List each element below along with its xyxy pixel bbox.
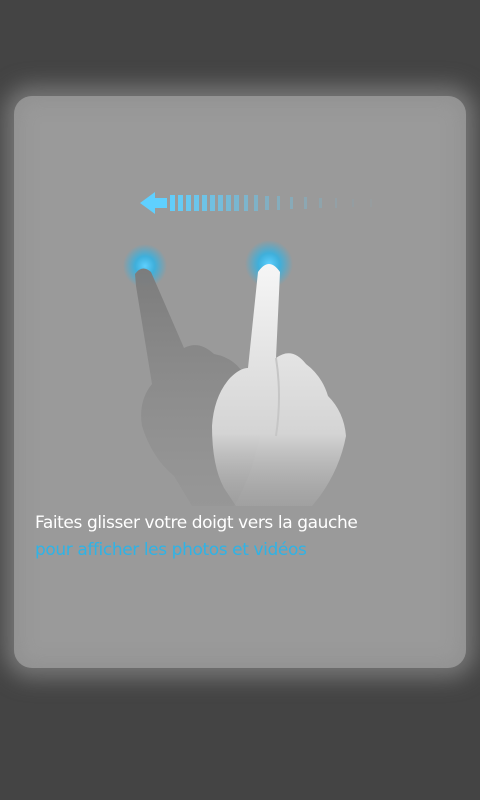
screen: Faites glisser votre doigt vers la gauch… <box>0 0 480 800</box>
swipe-gesture-illustration <box>123 192 372 506</box>
instruction-line-highlight: pour afficher les photos et vidéos <box>35 540 307 560</box>
swipe-tutorial-card[interactable]: Faites glisser votre doigt vers la gauch… <box>14 96 466 668</box>
swipe-instruction-text: Faites glisser votre doigt vers la gauch… <box>35 510 455 564</box>
instruction-line-primary: Faites glisser votre doigt vers la gauch… <box>35 513 358 533</box>
swipe-left-arrow-icon <box>140 192 372 214</box>
